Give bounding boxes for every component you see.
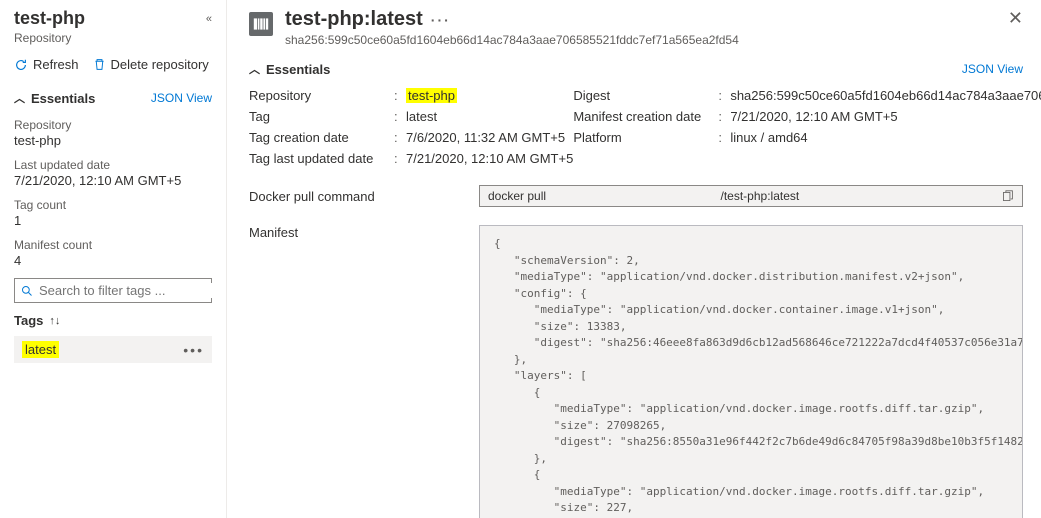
copy-icon[interactable] bbox=[1001, 190, 1014, 203]
tag-name: latest bbox=[22, 341, 59, 358]
tag-search-box[interactable] bbox=[14, 278, 212, 303]
more-icon[interactable]: ••• bbox=[183, 342, 204, 358]
updated-value: 7/21/2020, 12:10 AM GMT+5 bbox=[14, 173, 212, 188]
property-row: Repository:test-php bbox=[249, 85, 573, 106]
essentials-toggle[interactable]: ︿ Essentials bbox=[14, 90, 95, 106]
property-value[interactable]: 7/21/2020, 12:10 AM GMT+5 bbox=[406, 151, 573, 166]
sidebar-title: test-php bbox=[14, 8, 85, 29]
delete-label: Delete repository bbox=[111, 57, 209, 72]
tag-search-input[interactable] bbox=[39, 283, 215, 298]
manifestcount-label: Manifest count bbox=[14, 238, 212, 252]
json-view-link[interactable]: JSON View bbox=[151, 91, 212, 105]
sort-icon: ↑↓ bbox=[49, 315, 60, 327]
tagcount-value: 1 bbox=[14, 213, 212, 228]
property-label: Tag last updated date bbox=[249, 151, 394, 166]
property-row: Tag:latest bbox=[249, 106, 573, 127]
property-label: Platform bbox=[573, 130, 718, 145]
property-row: Digest:sha256:599c50ce60a5fd1604eb66d14a… bbox=[573, 85, 1041, 106]
property-label: Tag creation date bbox=[249, 130, 394, 145]
refresh-button[interactable]: Refresh bbox=[14, 57, 79, 72]
search-icon bbox=[21, 285, 33, 297]
sidebar-subtitle: Repository bbox=[14, 31, 212, 45]
refresh-label: Refresh bbox=[33, 57, 79, 72]
chevron-up-icon: ︿ bbox=[249, 61, 260, 77]
property-value[interactable]: test-php bbox=[406, 88, 457, 103]
properties-grid: Repository:test-phpTag:latestTag creatio… bbox=[249, 85, 1023, 169]
property-label: Manifest creation date bbox=[573, 109, 718, 124]
property-label: Digest bbox=[573, 88, 718, 103]
docker-pull-command-box[interactable]: docker pull /test-php:latest bbox=[479, 185, 1023, 207]
property-value[interactable]: latest bbox=[406, 109, 437, 124]
detail-json-view-link[interactable]: JSON View bbox=[962, 62, 1023, 76]
property-value[interactable]: linux / amd64 bbox=[730, 130, 807, 145]
trash-icon bbox=[93, 58, 106, 71]
detail-title: test-php:latest ··· bbox=[285, 8, 739, 31]
repo-value: test-php bbox=[14, 133, 212, 148]
updated-label: Last updated date bbox=[14, 158, 212, 172]
property-row: Manifest creation date:7/21/2020, 12:10 … bbox=[573, 106, 1041, 127]
repo-label: Repository bbox=[14, 118, 212, 132]
property-row: Tag last updated date:7/21/2020, 12:10 A… bbox=[249, 148, 573, 169]
tagcount-label: Tag count bbox=[14, 198, 212, 212]
delete-repository-button[interactable]: Delete repository bbox=[93, 57, 209, 72]
property-value[interactable]: 7/21/2020, 12:10 AM GMT+5 bbox=[730, 109, 897, 124]
chevron-up-icon: ︿ bbox=[14, 90, 25, 106]
property-label: Tag bbox=[249, 109, 394, 124]
manifest-content[interactable]: { "schemaVersion": 2, "mediaType": "appl… bbox=[479, 225, 1023, 518]
repository-icon bbox=[249, 12, 273, 36]
manifest-label: Manifest bbox=[249, 225, 389, 240]
tag-row[interactable]: latest ••• bbox=[14, 336, 212, 363]
property-value[interactable]: 7/6/2020, 11:32 AM GMT+5 bbox=[406, 130, 565, 145]
tags-header[interactable]: Tags ↑↓ bbox=[14, 313, 212, 328]
tag-detail-panel: test-php:latest ··· sha256:599c50ce60a5f… bbox=[227, 0, 1041, 518]
manifestcount-value: 4 bbox=[14, 253, 212, 268]
collapse-icon[interactable]: « bbox=[206, 13, 212, 25]
property-value[interactable]: sha256:599c50ce60a5fd1604eb66d14ac784a3a… bbox=[730, 88, 1041, 103]
refresh-icon bbox=[14, 58, 28, 72]
title-more-icon[interactable]: ··· bbox=[431, 12, 451, 28]
docker-pull-label: Docker pull command bbox=[249, 189, 389, 204]
detail-essentials-toggle[interactable]: ︿ Essentials bbox=[249, 61, 330, 77]
repository-sidebar: test-php « Repository Refresh Delete rep… bbox=[0, 0, 227, 518]
property-row: Tag creation date:7/6/2020, 11:32 AM GMT… bbox=[249, 127, 573, 148]
docker-pull-command: docker pull /test-php:latest bbox=[488, 189, 799, 203]
property-label: Repository bbox=[249, 88, 394, 103]
detail-sha: sha256:599c50ce60a5fd1604eb66d14ac784a3a… bbox=[285, 33, 739, 47]
property-row: Platform:linux / amd64 bbox=[573, 127, 1041, 148]
close-icon[interactable]: ✕ bbox=[1008, 8, 1023, 29]
